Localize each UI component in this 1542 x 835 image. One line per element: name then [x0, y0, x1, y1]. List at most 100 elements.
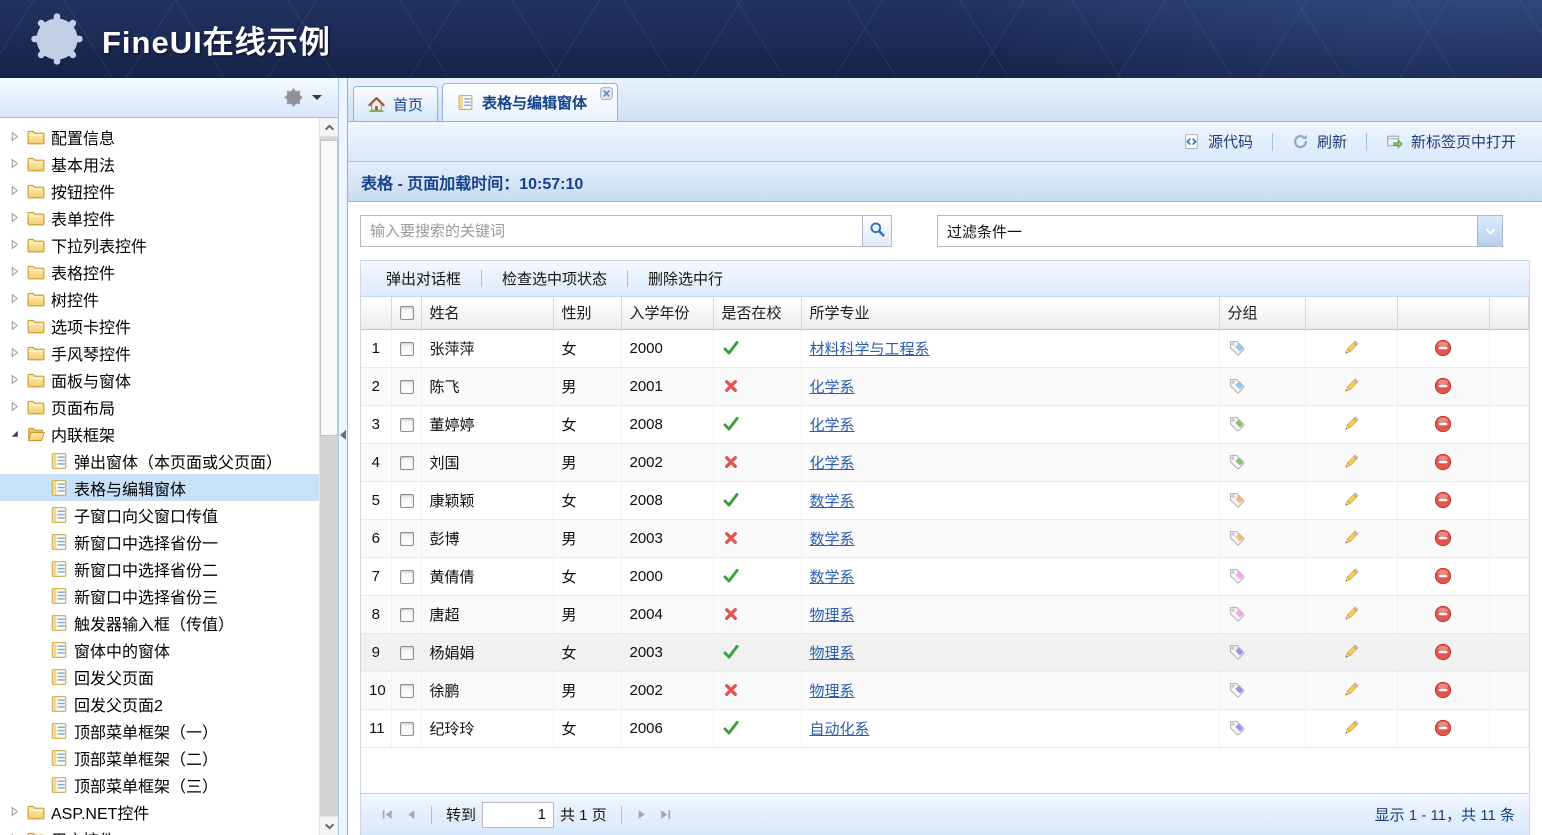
major-link[interactable]: 自动化系: [810, 721, 870, 738]
sidebar-item-config[interactable]: 配置信息: [0, 123, 319, 150]
expand-collapsed-icon[interactable]: [8, 184, 21, 197]
expand-collapsed-icon[interactable]: [8, 400, 21, 413]
major-link[interactable]: 化学系: [810, 455, 855, 472]
row-checkbox[interactable]: [400, 646, 414, 660]
first-page-button[interactable]: [375, 803, 399, 827]
expand-collapsed-icon[interactable]: [8, 373, 21, 386]
scrollbar-down-button[interactable]: [320, 816, 338, 835]
sidebar-item-top-menu-frame-2[interactable]: 顶部菜单框架（二）: [0, 744, 319, 771]
row-checkbox[interactable]: [400, 494, 414, 508]
row-checkbox[interactable]: [400, 456, 414, 470]
sidebar-item-dropdownlist[interactable]: 下拉列表控件: [0, 231, 319, 258]
edit-icon[interactable]: [1342, 681, 1360, 699]
expand-collapsed-icon[interactable]: [8, 130, 21, 143]
row-checkbox[interactable]: [400, 532, 414, 546]
sidebar-item-select-province-3[interactable]: 新窗口中选择省份三: [0, 582, 319, 609]
expand-collapsed-icon[interactable]: [8, 238, 21, 251]
major-link[interactable]: 数学系: [810, 493, 855, 510]
sidebar-item-tabs[interactable]: 选项卡控件: [0, 312, 319, 339]
major-link[interactable]: 数学系: [810, 569, 855, 586]
sidebar-item-child-to-parent[interactable]: 子窗口向父窗口传值: [0, 501, 319, 528]
select-all-checkbox[interactable]: [400, 306, 414, 320]
prev-page-button[interactable]: [399, 803, 423, 827]
table-row[interactable]: 3 董婷婷 女 2008 化学系: [361, 405, 1529, 443]
delete-icon[interactable]: [1434, 567, 1452, 585]
sidebar-item-usercontrol[interactable]: 用户控件: [0, 825, 319, 835]
column-header-major[interactable]: 所学专业: [801, 297, 1219, 329]
next-page-button[interactable]: [630, 803, 654, 827]
edit-icon[interactable]: [1342, 339, 1360, 357]
row-checkbox[interactable]: [400, 380, 414, 394]
sidebar-item-trigger-input[interactable]: 触发器输入框（传值）: [0, 609, 319, 636]
expand-collapsed-icon[interactable]: [8, 211, 21, 224]
major-link[interactable]: 物理系: [810, 607, 855, 624]
source-code-button[interactable]: 源代码: [1169, 129, 1267, 155]
sidebar-item-postback-parent-2[interactable]: 回发父页面2: [0, 690, 319, 717]
page-number-input[interactable]: [482, 802, 554, 828]
major-link[interactable]: 数学系: [810, 531, 855, 548]
last-page-button[interactable]: [654, 803, 678, 827]
tab-grid-edit-window[interactable]: 表格与编辑窗体: [442, 83, 618, 121]
sidebar-item-accordion[interactable]: 手风琴控件: [0, 339, 319, 366]
table-row[interactable]: 9 杨娟娟 女 2003 物理系: [361, 633, 1529, 671]
table-row[interactable]: 1 张萍萍 女 2000 材料科学与工程系: [361, 329, 1529, 367]
table-row[interactable]: 6 彭博 男 2003 数学系: [361, 519, 1529, 557]
column-header-group[interactable]: 分组: [1219, 297, 1305, 329]
row-checkbox[interactable]: [400, 570, 414, 584]
collapse-sidebar-icon[interactable]: [340, 430, 346, 440]
sidebar-item-grid-edit-window[interactable]: 表格与编辑窗体: [0, 474, 319, 501]
delete-icon[interactable]: [1434, 643, 1452, 661]
edit-icon[interactable]: [1342, 491, 1360, 509]
delete-selected-button[interactable]: 删除选中行: [631, 268, 740, 289]
sidebar-item-select-province-1[interactable]: 新窗口中选择省份一: [0, 528, 319, 555]
tab-home[interactable]: 首页: [353, 86, 438, 121]
scrollbar-up-button[interactable]: [320, 118, 338, 137]
sidebar-item-aspnet[interactable]: ASP.NET控件: [0, 798, 319, 825]
open-new-tab-button[interactable]: 新标签页中打开: [1372, 129, 1530, 155]
delete-icon[interactable]: [1434, 453, 1452, 471]
sidebar-scrollbar[interactable]: [319, 118, 338, 835]
edit-icon[interactable]: [1342, 453, 1360, 471]
expand-collapsed-icon[interactable]: [8, 292, 21, 305]
edit-icon[interactable]: [1342, 529, 1360, 547]
edit-icon[interactable]: [1342, 415, 1360, 433]
row-checkbox[interactable]: [400, 684, 414, 698]
sidebar-item-basic[interactable]: 基本用法: [0, 150, 319, 177]
table-row[interactable]: 7 黄倩倩 女 2000 数学系: [361, 557, 1529, 595]
search-input[interactable]: [360, 215, 862, 247]
delete-icon[interactable]: [1434, 529, 1452, 547]
sidebar-item-top-menu-frame-3[interactable]: 顶部菜单框架（三）: [0, 771, 319, 798]
major-link[interactable]: 物理系: [810, 645, 855, 662]
edit-icon[interactable]: [1342, 567, 1360, 585]
edit-icon[interactable]: [1342, 605, 1360, 623]
delete-icon[interactable]: [1434, 415, 1452, 433]
table-row[interactable]: 2 陈飞 男 2001 化学系: [361, 367, 1529, 405]
column-header-name[interactable]: 姓名: [421, 297, 553, 329]
expand-collapsed-icon[interactable]: [8, 157, 21, 170]
sidebar-item-popup-window[interactable]: 弹出窗体（本页面或父页面）: [0, 447, 319, 474]
sidebar-item-iframe[interactable]: 内联框架: [0, 420, 319, 447]
sidebar-item-postback-parent[interactable]: 回发父页面: [0, 663, 319, 690]
edit-icon[interactable]: [1342, 719, 1360, 737]
tab-close-icon[interactable]: [600, 87, 613, 100]
expand-collapsed-icon[interactable]: [8, 319, 21, 332]
delete-icon[interactable]: [1434, 719, 1452, 737]
column-header-in-school[interactable]: 是否在校: [713, 297, 801, 329]
major-link[interactable]: 化学系: [810, 379, 855, 396]
edit-icon[interactable]: [1342, 643, 1360, 661]
select-all-header[interactable]: [391, 297, 421, 329]
major-link[interactable]: 物理系: [810, 683, 855, 700]
table-row[interactable]: 5 康颖颖 女 2008 数学系: [361, 481, 1529, 519]
sidebar-item-top-menu-frame-1[interactable]: 顶部菜单框架（一）: [0, 717, 319, 744]
major-link[interactable]: 材料科学与工程系: [810, 341, 930, 358]
chevron-down-icon[interactable]: [1477, 216, 1502, 246]
popup-dialog-button[interactable]: 弹出对话框: [369, 268, 478, 289]
sidebar-item-panel-window[interactable]: 面板与窗体: [0, 366, 319, 393]
column-header-year[interactable]: 入学年份: [621, 297, 713, 329]
table-row[interactable]: 10 徐鹏 男 2002 物理系: [361, 671, 1529, 709]
table-row[interactable]: 11 纪玲玲 女 2006 自动化系: [361, 709, 1529, 747]
check-selected-button[interactable]: 检查选中项状态: [485, 268, 624, 289]
expand-collapsed-icon[interactable]: [8, 265, 21, 278]
delete-icon[interactable]: [1434, 339, 1452, 357]
table-row[interactable]: 8 唐超 男 2004 物理系: [361, 595, 1529, 633]
